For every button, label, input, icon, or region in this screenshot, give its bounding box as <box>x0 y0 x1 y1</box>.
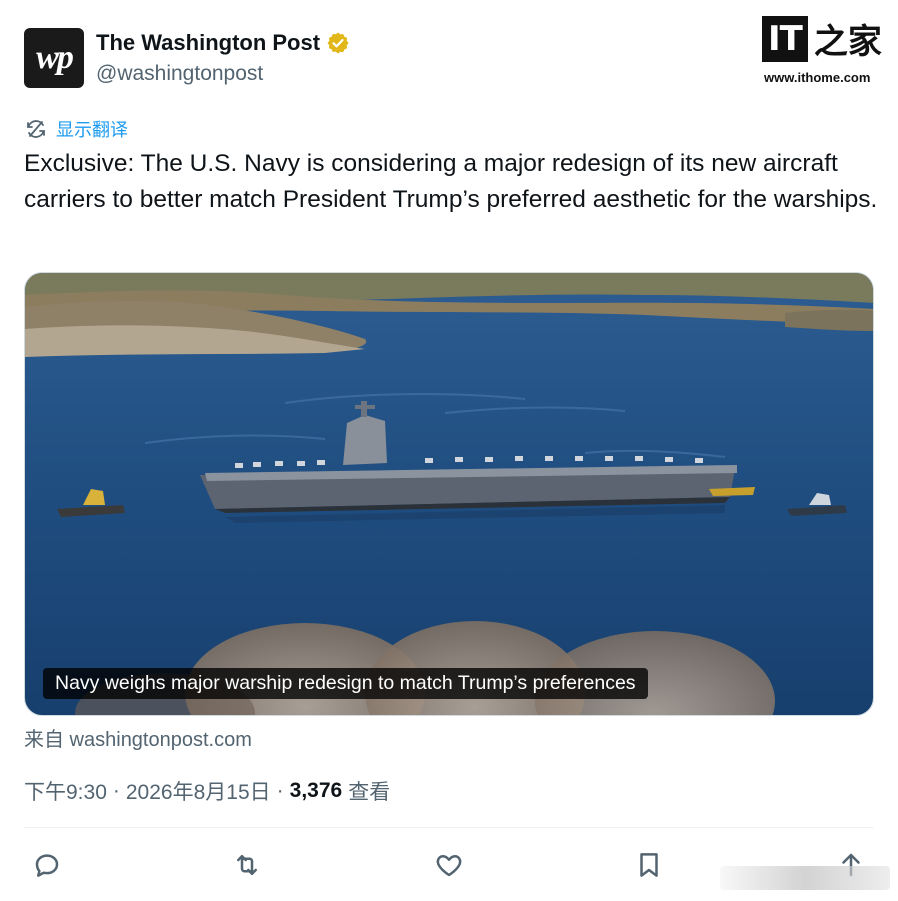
ithome-logo: IT 之家 <box>762 14 882 63</box>
blurred-watermark <box>720 866 890 890</box>
display-name[interactable]: The Washington Post <box>96 30 320 56</box>
aircraft-carrier-photo <box>25 273 873 715</box>
translate-label: 显示翻译 <box>56 120 128 140</box>
post-time[interactable]: 下午9:30 <box>24 776 107 806</box>
reply-button[interactable] <box>30 848 64 882</box>
verified-badge-icon[interactable] <box>326 31 350 55</box>
source-link[interactable]: 来自 washingtonpost.com <box>24 723 252 752</box>
meta-separator: · <box>112 779 120 802</box>
name-row: The Washington Post <box>96 30 350 56</box>
bookmark-button[interactable] <box>632 848 666 882</box>
link-card-image[interactable]: Navy weighs major warship redesign to ma… <box>24 272 874 716</box>
views-label: 查看 <box>348 781 391 804</box>
avatar-logo-text: wp <box>36 39 74 76</box>
show-translation-link[interactable]: 显示翻译 <box>24 116 128 142</box>
like-icon <box>436 855 462 877</box>
meta-separator: · <box>276 779 284 802</box>
tweet-header: wp The Washington Post @washingtonpost <box>24 28 874 90</box>
post-date[interactable]: 2026年8月15日 <box>126 776 271 806</box>
avatar[interactable]: wp <box>24 28 84 88</box>
user-handle[interactable]: @washingtonpost <box>96 62 263 86</box>
retweet-button[interactable] <box>230 848 264 882</box>
ithome-logo-cn: 之家 <box>813 22 882 62</box>
media-caption: Navy weighs major warship redesign to ma… <box>43 668 648 699</box>
ithome-url: www.ithome.com <box>764 70 871 85</box>
ithome-logo-it: IT <box>762 15 808 62</box>
translate-icon <box>27 120 45 138</box>
views-count: 3,376 <box>289 779 343 802</box>
like-button[interactable] <box>432 848 466 882</box>
tweet-meta: 下午9:30 · 2026年8月15日 · 3,376 查看 <box>24 776 390 806</box>
bookmark-icon <box>640 853 658 877</box>
retweet-icon <box>237 855 257 875</box>
tweet-text: Exclusive: The U.S. Navy is considering … <box>24 150 878 213</box>
ithome-watermark: IT 之家 www.ithome.com <box>762 14 884 88</box>
divider-top <box>24 827 874 828</box>
reply-icon <box>35 854 59 877</box>
